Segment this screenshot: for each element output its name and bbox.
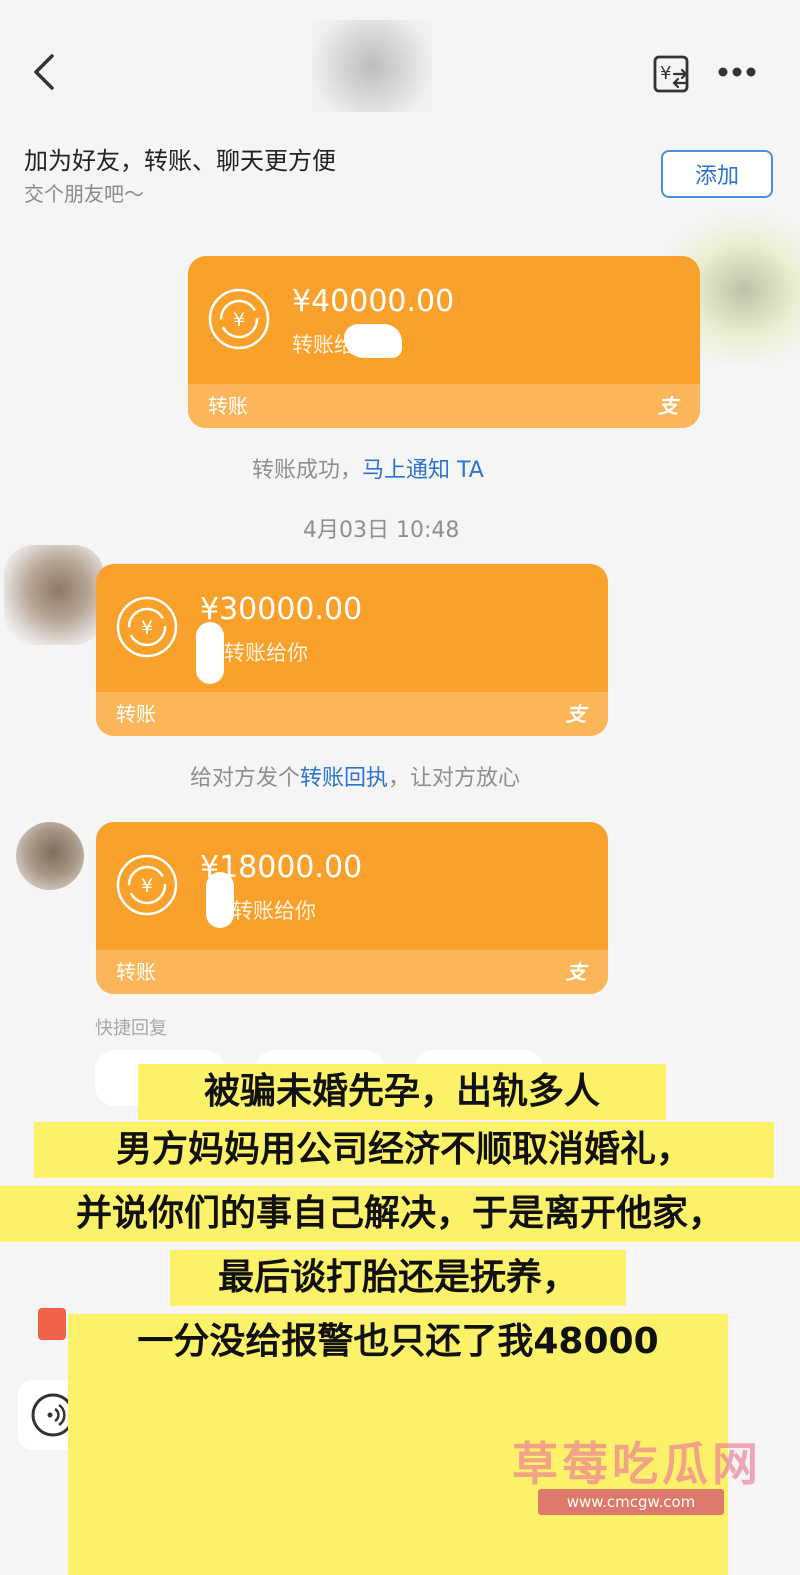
quick-reply-label: 快捷回复: [95, 1018, 167, 1039]
svg-text:¥: ¥: [141, 617, 153, 639]
transfer-amount: ¥40000.00: [292, 284, 455, 319]
transfer-card-received[interactable]: ¥ ¥30000.00 转账给你 转账 支: [96, 564, 608, 736]
sender-avatar: [16, 822, 84, 890]
card-footer: [96, 692, 608, 736]
card-footer: [96, 950, 608, 994]
transfer-type-label: 转账: [116, 960, 156, 984]
caption-line-2: 男方妈妈用公司经济不顺取消婚礼，: [34, 1122, 774, 1178]
add-friend-subtitle: 交个朋友吧～: [24, 182, 144, 206]
notify-link[interactable]: 马上通知 TA: [362, 458, 484, 483]
transfer-exchange-button[interactable]: ¥: [652, 54, 692, 94]
card-footer: [188, 384, 700, 428]
receipt-suffix: ，让对方放心: [388, 766, 521, 791]
yuan-coin-icon: ¥: [116, 596, 178, 658]
svg-text:¥: ¥: [141, 875, 153, 897]
transfer-card-sent[interactable]: ¥ ¥40000.00 转账给 转账 支: [188, 256, 700, 428]
alipay-mark-icon: 支: [566, 960, 586, 984]
transfer-note: 转账给你: [224, 641, 308, 665]
red-envelope-icon[interactable]: [38, 1308, 66, 1340]
more-dots-icon: [718, 67, 756, 77]
add-friend-button[interactable]: 添加: [661, 150, 773, 198]
watermark-url: www.cmcgw.com: [538, 1489, 724, 1515]
receipt-link[interactable]: 转账回执: [300, 766, 388, 791]
add-friend-title: 加为好友，转账、聊天更方便: [24, 147, 336, 175]
transfer-card-received[interactable]: ¥ ¥18000.00 转账给你 转账 支: [96, 822, 608, 994]
yuan-coin-icon: ¥: [116, 854, 178, 916]
transfer-status-line: 转账成功，马上通知 TA: [252, 452, 484, 484]
yuan-exchange-icon: ¥: [653, 55, 689, 93]
sender-avatar: [4, 545, 104, 645]
caption-line-1: 被骗未婚先孕，出轨多人: [138, 1064, 666, 1120]
transfer-type-label: 转账: [116, 702, 156, 726]
transfer-status-text: 转账成功，: [252, 458, 363, 483]
yuan-coin-icon: ¥: [208, 288, 270, 350]
transfer-amount: ¥30000.00: [200, 592, 363, 627]
svg-text:¥: ¥: [233, 309, 245, 331]
redacted-name-mark: [196, 622, 224, 684]
svg-text:¥: ¥: [660, 63, 671, 84]
receipt-hint-line: 给对方发个转账回执，让对方放心: [190, 760, 520, 792]
back-button[interactable]: [24, 50, 64, 94]
more-options-button[interactable]: [716, 60, 760, 84]
caption-line-3: 并说你们的事自己解决，于是离开他家，: [0, 1186, 800, 1242]
redacted-name-mark: [344, 324, 402, 358]
alipay-mark-icon: 支: [658, 394, 678, 418]
caption-line-5: 一分没给报警也只还了我48000: [68, 1314, 728, 1370]
message-timestamp: 4月03日 10:48: [303, 518, 460, 543]
chevron-left-icon: [34, 54, 54, 90]
transfer-type-label: 转账: [208, 394, 248, 418]
watermark-logo: 草莓吃瓜网: [512, 1437, 762, 1491]
receipt-prefix: 给对方发个: [190, 766, 301, 791]
transfer-note: 转账给你: [232, 899, 316, 923]
redacted-name-mark: [206, 872, 234, 928]
alipay-mark-icon: 支: [566, 702, 586, 726]
caption-line-4: 最后谈打胎还是抚养，: [170, 1250, 626, 1306]
redacted-contact-name: [312, 20, 432, 112]
